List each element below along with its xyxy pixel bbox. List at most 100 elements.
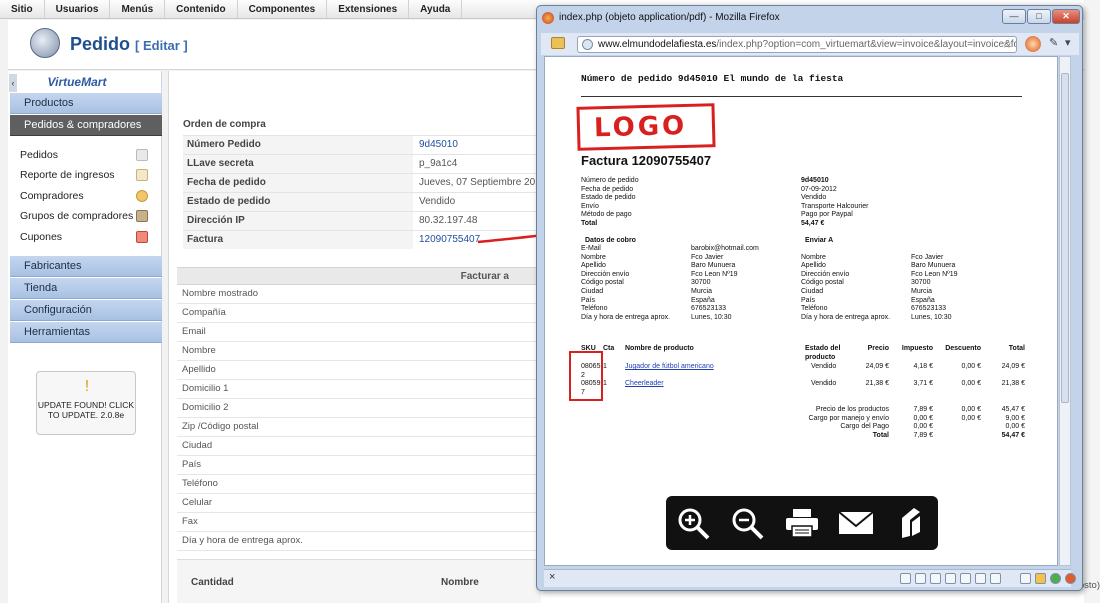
item-discount: 0,00 €	[961, 380, 981, 387]
edit-label: [ Editar ]	[135, 38, 188, 53]
image-icon[interactable]	[975, 573, 986, 584]
warning-icon: !	[84, 378, 90, 395]
menu-extensiones[interactable]: Extensiones	[327, 0, 410, 18]
item-product-link[interactable]: Jugador de fútbol americano	[625, 363, 714, 372]
update-button[interactable]: ! UPDATE FOUND! CLICK TO UPDATE. 2.0.8e	[36, 371, 136, 435]
url-field[interactable]: www.elmundodelafiesta.es/index.php?optio…	[577, 36, 1017, 53]
order-row: Estado de pedido Vendido	[183, 192, 563, 211]
edit-icon[interactable]	[990, 573, 1001, 584]
item-qty: 1	[603, 380, 607, 387]
orders-icon	[136, 149, 148, 161]
shipping-labels: Nombre Apellido Dirección envío Código post…	[801, 253, 891, 321]
menu-sitio[interactable]: Sitio	[0, 0, 45, 18]
buyers-icon	[136, 190, 148, 202]
sidebar-cat-pedidos[interactable]: Pedidos & compradores	[10, 115, 162, 136]
bookmark-star-icon[interactable]: ☆	[1001, 37, 1012, 52]
sidebar-logo: VirtueMart	[47, 75, 107, 89]
bill-field: Ciudad	[177, 437, 541, 456]
print-icon[interactable]	[945, 573, 956, 584]
menu-menus[interactable]: Menús	[110, 0, 166, 18]
virtuemart-logo-icon	[30, 28, 60, 58]
bill-to-header: Facturar a	[177, 267, 541, 285]
item-total: 21,38 €	[1001, 380, 1025, 387]
page-icon[interactable]	[900, 573, 911, 584]
help-icon[interactable]	[960, 573, 971, 584]
summary-values: 9d45010 07-09-2012 Vendido Transporte Halco…	[801, 177, 869, 227]
report-icon	[136, 169, 148, 181]
sidebar-item-reporte[interactable]: Reporte de ingresos	[20, 166, 160, 184]
item-product-link[interactable]: Cheerleader	[625, 380, 664, 389]
col-product-name: Nombre de producto	[625, 345, 694, 352]
bill-field: Zip /Código postal	[177, 418, 541, 437]
chevron-down-icon[interactable]: ▾	[1065, 36, 1071, 49]
bill-field: Fax	[177, 513, 541, 532]
order-number-link[interactable]: 9d45010	[419, 139, 458, 150]
billing-values: barobix@hotmail.com Fco Javier Baro Munuer…	[691, 245, 759, 321]
billing-labels: E-Mail Nombre Apellido Dirección envío Códig…	[581, 245, 671, 321]
groups-icon	[136, 210, 148, 222]
menu-contenido[interactable]: Contenido	[165, 0, 238, 18]
url-toolbar: www.elmundodelafiesta.es/index.php?optio…	[541, 33, 1079, 55]
close-button[interactable]: ✕	[1052, 9, 1080, 24]
scroll-thumb[interactable]	[1061, 73, 1069, 403]
ok-status-icon[interactable]	[1050, 573, 1061, 584]
bill-field: País	[177, 456, 541, 475]
globe-icon	[582, 39, 593, 50]
tools-icon[interactable]: ✎	[1049, 36, 1058, 49]
zoom-in-icon[interactable]	[676, 506, 712, 540]
item-tax: 4,18 €	[913, 363, 933, 370]
bill-field: Nombre	[177, 342, 541, 361]
print-icon[interactable]	[784, 506, 820, 540]
resize-icon[interactable]	[1020, 573, 1031, 584]
sidebar-cat-herramientas[interactable]: Herramientas	[10, 322, 162, 343]
sidebar-item-pedidos[interactable]: Pedidos	[20, 146, 160, 164]
totals-discount: 0,00 €0,00 €	[961, 406, 981, 422]
sidebar-item-compradores[interactable]: Compradores	[20, 187, 160, 205]
item-status: Vendido	[811, 363, 837, 370]
order-section-title: Orden de compra	[183, 119, 266, 130]
sidebar-cat-configuracion[interactable]: Configuración	[10, 300, 162, 321]
pdf-viewer: Número de pedido 9d45010 El mundo de la …	[544, 56, 1058, 566]
star-icon[interactable]	[1035, 573, 1046, 584]
menu-ayuda[interactable]: Ayuda	[409, 0, 463, 18]
invoice-link[interactable]: 12090755407	[419, 234, 480, 245]
status-bar: ×	[544, 569, 1076, 587]
pdf-scrollbar[interactable]	[1059, 56, 1071, 566]
logo-placeholder: LOGO	[576, 103, 716, 151]
summary-labels: Número de pedido Fecha de pedido Estado de…	[581, 177, 639, 227]
minimize-button[interactable]: —	[1002, 9, 1026, 24]
bill-field: Celular	[177, 494, 541, 513]
sidebar-item-cupones[interactable]: Cupones	[20, 228, 160, 246]
zoom-out-icon[interactable]	[730, 506, 766, 540]
shipping-title: Enviar A	[805, 237, 834, 244]
bill-field: Teléfono	[177, 475, 541, 494]
pdf-floating-toolbar	[666, 496, 938, 550]
save-icon[interactable]	[930, 573, 941, 584]
sidebar: ‹ VirtueMart Productos Pedidos & comprad…	[8, 71, 162, 603]
totals-price: 7,89 €0,00 €0,00 €7,89 €	[913, 406, 933, 439]
menu-componentes[interactable]: Componentes	[238, 0, 328, 18]
acrobat-icon[interactable]	[892, 506, 928, 540]
addon-icon[interactable]	[915, 573, 926, 584]
menu-usuarios[interactable]: Usuarios	[45, 0, 111, 18]
feed-icon[interactable]	[551, 37, 565, 49]
close-findbar-icon[interactable]: ×	[549, 571, 555, 583]
update-label: UPDATE FOUND! CLICK TO UPDATE. 2.0.8e	[37, 400, 135, 420]
collapse-arrow-icon[interactable]: ‹	[9, 74, 17, 92]
sidebar-cat-fabricantes[interactable]: Fabricantes	[10, 256, 162, 277]
bill-field: Domicilio 1	[177, 380, 541, 399]
sidebar-cat-tienda[interactable]: Tienda	[10, 278, 162, 299]
col-qty: Cta	[603, 345, 615, 352]
noscript-status-icon[interactable]	[1065, 573, 1076, 584]
email-icon[interactable]	[838, 506, 874, 540]
window-title: index.php (objeto application/pdf) - Moz…	[559, 12, 780, 23]
shipping-values: Fco Javier Baro Munuera Fco Leon Nº19 30700…	[911, 253, 958, 321]
item-discount: 0,00 €	[961, 363, 981, 370]
item-qty: 1	[603, 363, 607, 370]
sidebar-cat-productos[interactable]: Productos	[10, 93, 162, 114]
col-total: Total	[1008, 345, 1025, 352]
sidebar-item-grupos[interactable]: Grupos de compradores	[20, 207, 160, 225]
maximize-button[interactable]: □	[1027, 9, 1051, 24]
coupons-icon	[136, 231, 148, 243]
noscript-icon[interactable]	[1025, 36, 1041, 52]
